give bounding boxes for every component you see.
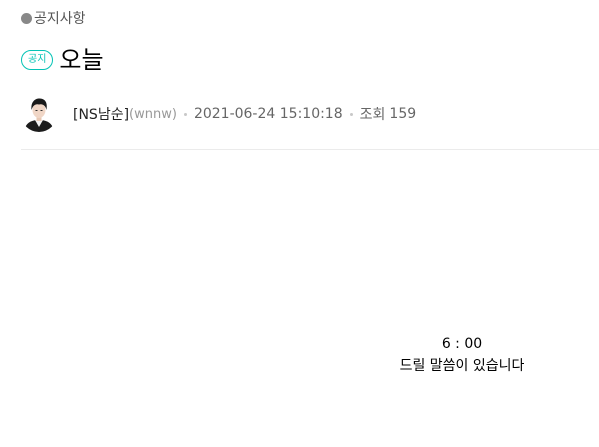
title-row: 공지 오늘 [21, 44, 104, 76]
views-label: 조회 [359, 107, 386, 123]
author-name[interactable]: [NS남순] [73, 104, 129, 124]
content-line: 드릴 말씀이 있습니다 [399, 358, 525, 374]
bullet-dot-icon [21, 12, 32, 24]
content-line: 6 : 00 [441, 336, 483, 352]
notice-badge: 공지 [21, 50, 54, 70]
views-count: 159 [389, 106, 417, 122]
post-title: 오늘 [59, 46, 104, 74]
separator-dot [183, 112, 187, 116]
post-content: 6 : 00 드릴 말씀이 있습니다 [330, 333, 594, 377]
author-id: (wnnw) [129, 106, 177, 122]
board-name: 공지사항 [34, 11, 86, 27]
post-view: 공지사항 공지 오늘 [NS남순] (wnnw) 2021-06-24 15:1… [0, 0, 599, 447]
header-divider [21, 149, 599, 150]
board-link[interactable]: 공지사항 [21, 8, 86, 28]
avatar-image [21, 96, 57, 132]
author-avatar[interactable] [21, 96, 57, 132]
author-info: [NS남순] (wnnw) 2021-06-24 15:10:18 조회 159 [21, 96, 416, 132]
separator-dot [349, 112, 353, 116]
post-meta: [NS남순] (wnnw) 2021-06-24 15:10:18 조회 159 [73, 104, 416, 124]
post-date: 2021-06-24 15:10:18 [193, 106, 343, 122]
